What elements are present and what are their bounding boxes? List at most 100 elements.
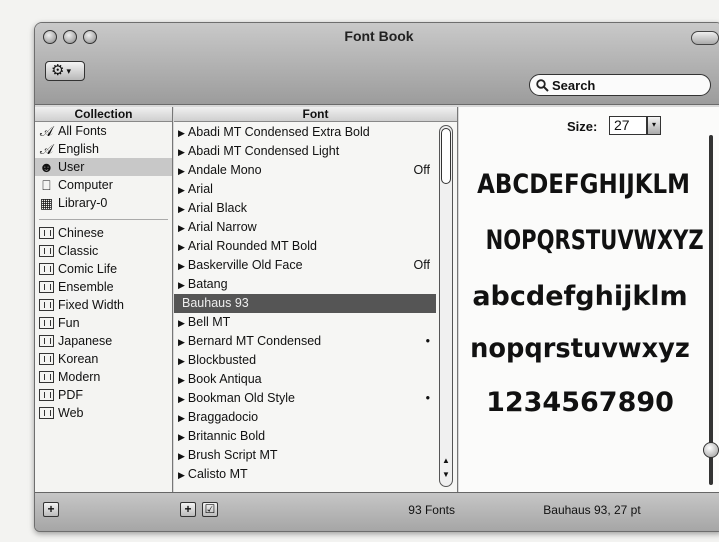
selection-status: Bauhaus 93, 27 pt: [543, 503, 641, 517]
disclosure-triangle-icon[interactable]: ▶: [178, 356, 185, 366]
collection-item-label: English: [58, 142, 99, 156]
add-collection-button[interactable]: +: [43, 502, 59, 517]
disclosure-triangle-icon[interactable]: ▶: [178, 147, 185, 157]
font-row[interactable]: ▶ Batang: [174, 275, 436, 294]
size-input[interactable]: 27: [609, 116, 647, 135]
scroll-up-arrow-icon[interactable]: ▲: [440, 456, 452, 465]
disclosure-triangle-icon[interactable]: ▶: [178, 280, 185, 290]
collection-item-pdf[interactable]: PDF: [35, 386, 172, 404]
font-collection-icon: [39, 334, 54, 348]
font-row[interactable]: ▶ Book Antiqua: [174, 370, 436, 389]
size-dropdown-button[interactable]: ▾: [647, 116, 661, 135]
disclosure-triangle-icon[interactable]: ▶: [178, 470, 185, 480]
collection-item-label: PDF: [58, 388, 83, 402]
font-row[interactable]: ▶ Braggadocio: [174, 408, 436, 427]
collection-item-english[interactable]: 𝒜 English: [35, 140, 172, 158]
collection-item-fixed-width[interactable]: Fixed Width: [35, 296, 172, 314]
font-name: Abadi MT Condensed Light: [187, 144, 340, 158]
font-row[interactable]: ▶ Bernard MT Condensed •: [174, 332, 436, 351]
font-name: Britannic Bold: [187, 429, 266, 443]
disclosure-triangle-icon[interactable]: ▶: [178, 413, 185, 423]
disclosure-triangle-icon[interactable]: ▶: [178, 432, 185, 442]
sample-lowercase-1: abcdefghijklm: [472, 281, 688, 312]
font-name: Bell MT: [187, 315, 231, 329]
font-row[interactable]: ▶ Bell MT: [174, 313, 436, 332]
search-field[interactable]: Search: [529, 74, 711, 96]
collection-item-chinese[interactable]: Chinese: [35, 224, 172, 242]
collection-item-ensemble[interactable]: Ensemble: [35, 278, 172, 296]
disclosure-triangle-icon[interactable]: ▶: [178, 375, 185, 385]
collection-item-all-fonts[interactable]: 𝒜 All Fonts: [35, 122, 172, 140]
font-row[interactable]: ▶ Bookman Old Style •: [174, 389, 436, 408]
disclosure-triangle-icon[interactable]: ▶: [178, 261, 185, 271]
disclosure-triangle-icon[interactable]: ▶: [178, 337, 185, 347]
font-row[interactable]: ▶ Abadi MT Condensed Light: [174, 142, 436, 161]
font-collection-icon: [39, 406, 54, 420]
add-font-button[interactable]: +: [180, 502, 196, 517]
action-menu-button[interactable]: ⚙ ▾: [45, 61, 85, 81]
disclosure-triangle-icon[interactable]: ▶: [178, 451, 185, 461]
collection-item-label: Chinese: [58, 226, 104, 240]
window-title: Font Book: [344, 28, 414, 44]
font-book-window: Font Book ⚙ ▾ Search Collection 𝒜 All Font…: [34, 22, 719, 532]
font-row[interactable]: ▶ Calisto MT: [174, 465, 436, 484]
sample-digits: 1234567890: [486, 387, 674, 418]
disclosure-triangle-icon[interactable]: ▶: [178, 318, 185, 328]
disclosure-triangle-icon[interactable]: ▶: [178, 242, 185, 252]
font-row[interactable]: ▶ Britannic Bold: [174, 427, 436, 446]
collection-item-user[interactable]: ☻ User: [35, 158, 172, 176]
font-row[interactable]: ▶ Arial Narrow: [174, 218, 436, 237]
font-name: Batang: [187, 277, 228, 291]
font-row[interactable]: ▶ Andale Mono Off: [174, 161, 436, 180]
collection-list: Chinese Classic Comic Life Ensemble Fixed Wi…: [35, 224, 172, 422]
font-row[interactable]: ▶ Arial: [174, 180, 436, 199]
collection-item-web[interactable]: Web: [35, 404, 172, 422]
size-slider[interactable]: [703, 135, 719, 485]
font-list-scrollbar[interactable]: ▲ ▼: [439, 125, 453, 487]
font-row[interactable]: ▶ Blockbusted: [174, 351, 436, 370]
scrollbar-thumb[interactable]: [441, 128, 451, 184]
collection-column-header[interactable]: Collection: [35, 107, 172, 122]
font-collection-icon: [39, 298, 54, 312]
collection-item-label: Modern: [58, 370, 101, 384]
collection-item-modern[interactable]: Modern: [35, 368, 172, 386]
disclosure-triangle-icon[interactable]: ▶: [178, 166, 185, 176]
font-row[interactable]: ▶ Arial Rounded MT Bold: [174, 237, 436, 256]
font-row[interactable]: ▶ Brush Script MT: [174, 446, 436, 465]
collection-item-label: Korean: [58, 352, 99, 366]
disclosure-triangle-icon[interactable]: ▶: [178, 394, 185, 404]
collection-item-japanese[interactable]: Japanese: [35, 332, 172, 350]
enable-font-button[interactable]: ☑: [202, 502, 218, 517]
toolbar-toggle-button[interactable]: [691, 31, 719, 45]
font-collection-icon: [39, 388, 54, 402]
font-row[interactable]: ▶ Arial Black: [174, 199, 436, 218]
font-off-badge: Off: [413, 258, 430, 272]
bottom-bar: + + ☑ 93 Fonts Bauhaus 93, 27 pt: [35, 492, 719, 531]
disclosure-triangle-icon[interactable]: ▶: [178, 204, 185, 214]
collection-item-korean[interactable]: Korean: [35, 350, 172, 368]
font-row[interactable]: Bauhaus 93: [174, 294, 436, 313]
font-name: Brush Script MT: [187, 448, 278, 462]
font-row[interactable]: ▶ Abadi MT Condensed Extra Bold: [174, 123, 436, 142]
font-name: Bookman Old Style: [187, 391, 295, 405]
preview-pane: Size: 27 ▾ ABCDEFGHIJKLM NOPQRSTUVWXYZ a…: [459, 107, 719, 492]
font-column-header[interactable]: Font: [174, 107, 457, 122]
collection-item-label: Computer: [58, 178, 113, 192]
collection-item-library-0[interactable]: ▦ Library-0: [35, 194, 172, 212]
chevron-down-icon: ▾: [66, 65, 71, 76]
font-name: Book Antiqua: [187, 372, 262, 386]
font-row[interactable]: ▶ Baskerville Old Face Off: [174, 256, 436, 275]
disclosure-triangle-icon[interactable]: ▶: [178, 128, 185, 138]
disclosure-triangle-icon[interactable]: ▶: [178, 185, 185, 195]
collection-item-computer[interactable]: ⎕ Computer: [35, 176, 172, 194]
collection-item-fun[interactable]: Fun: [35, 314, 172, 332]
size-slider-knob[interactable]: [703, 442, 719, 458]
user-icon: ☻: [39, 159, 54, 175]
font-name: Andale Mono: [187, 163, 262, 177]
scroll-down-arrow-icon[interactable]: ▼: [440, 470, 452, 479]
collection-item-classic[interactable]: Classic: [35, 242, 172, 260]
collection-item-comic-life[interactable]: Comic Life: [35, 260, 172, 278]
font-collection-icon: [39, 226, 54, 240]
font-collection-icon: [39, 262, 54, 276]
disclosure-triangle-icon[interactable]: ▶: [178, 223, 185, 233]
